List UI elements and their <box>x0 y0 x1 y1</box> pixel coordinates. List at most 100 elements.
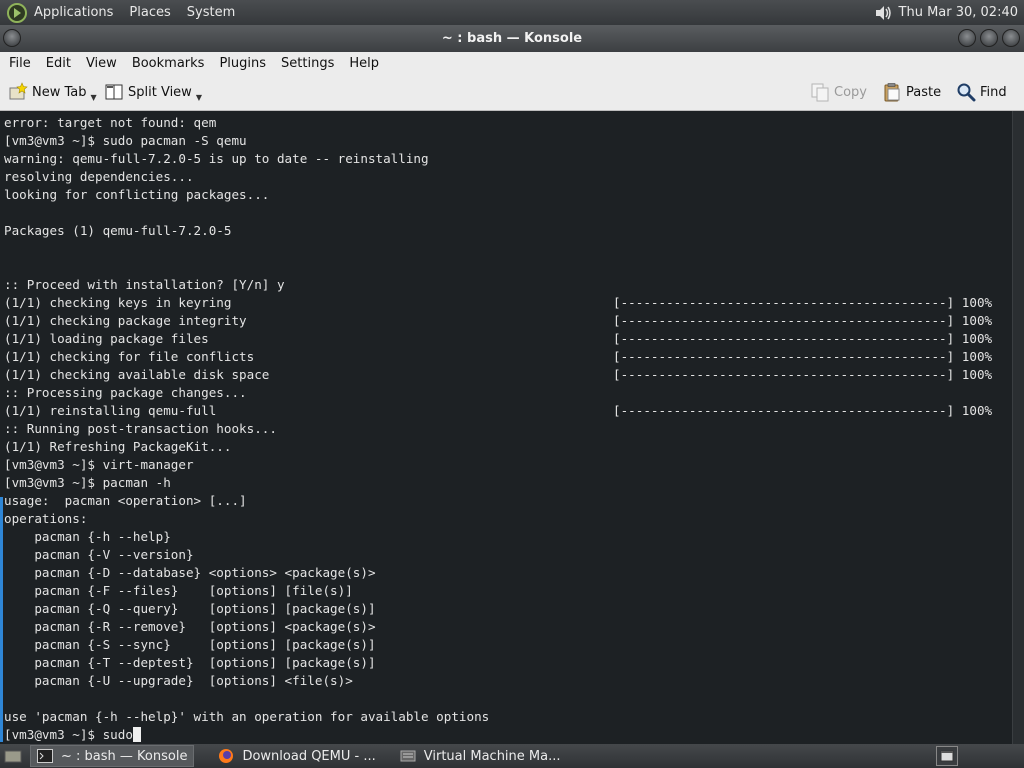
workspace-icon <box>940 750 954 762</box>
find-label: Find <box>980 84 1007 100</box>
terminal-line: pacman {-V --version} <box>4 546 1012 564</box>
paste-icon <box>884 83 900 102</box>
menu-view[interactable]: View <box>77 56 123 71</box>
terminal-output[interactable]: error: target not found: qem [vm3@vm3 ~]$… <box>0 111 1012 744</box>
progress-bar-text: [---------------------------------------… <box>613 349 993 364</box>
taskbar-item-konsole[interactable]: ~ : bash — Konsole <box>30 745 195 767</box>
terminal-line-text: (1/1) checking available disk space <box>4 367 270 382</box>
progress-bar-text: [---------------------------------------… <box>613 313 993 328</box>
find-button[interactable]: Find <box>956 77 1007 107</box>
split-view-dropdown-icon[interactable]: ▼ <box>196 93 202 102</box>
terminal-line-text: Packages (1) qemu-full-7.2.0-5 <box>4 223 232 238</box>
places-menu[interactable]: Places <box>129 5 170 20</box>
terminal-line-text: pacman {-T --deptest} [options] [package… <box>4 655 376 670</box>
terminal-line-text: looking for conflicting packages... <box>4 187 270 202</box>
paste-button[interactable]: Paste <box>882 77 941 107</box>
menu-file[interactable]: File <box>0 56 37 71</box>
search-icon <box>957 83 976 102</box>
toolbar: New Tab ▼ Split View ▼ Copy Paste Find <box>0 74 1024 111</box>
terminal-line-text: error: target not found: qem <box>4 115 217 130</box>
copy-icon <box>811 83 829 102</box>
minimize-button[interactable] <box>958 29 976 47</box>
show-desktop-icon <box>4 750 22 763</box>
terminal-line-text: [vm3@vm3 ~]$ sudo pacman -S qemu <box>4 133 247 148</box>
window-menu-button[interactable] <box>3 29 21 47</box>
terminal-line: (1/1) loading package files [------------… <box>4 330 1012 348</box>
terminal-line-text: :: Processing package changes... <box>4 385 247 400</box>
show-desktop-button[interactable] <box>0 745 26 767</box>
terminal-line: [vm3@vm3 ~]$ pacman -h <box>4 474 1012 492</box>
terminal-line: looking for conflicting packages... <box>4 186 1012 204</box>
split-view-label: Split View <box>128 84 192 100</box>
menu-plugins[interactable]: Plugins <box>210 56 272 71</box>
menu-bookmarks[interactable]: Bookmarks <box>123 56 211 71</box>
terminal-line: pacman {-F --files} [options] [file(s)] <box>4 582 1012 600</box>
menu-bar: File Edit View Bookmarks Plugins Setting… <box>0 52 1024 74</box>
terminal-line-text: [vm3@vm3 ~]$ pacman -h <box>4 475 171 490</box>
taskbar-item-virt-manager[interactable]: Virtual Machine Ma... <box>394 745 567 767</box>
maximize-button[interactable] <box>980 29 998 47</box>
applications-menu[interactable]: Applications <box>34 5 113 20</box>
terminal-line-text: usage: pacman <operation> [...] <box>4 493 247 508</box>
terminal-line: use 'pacman {-h --help}' with an operati… <box>4 708 1012 726</box>
terminal-line: error: target not found: qem <box>4 114 1012 132</box>
terminal-line: [vm3@vm3 ~]$ virt-manager <box>4 456 1012 474</box>
new-tab-dropdown-icon[interactable]: ▼ <box>91 93 97 102</box>
taskbar-item-label: ~ : bash — Konsole <box>61 748 188 764</box>
terminal-line-text: pacman {-D --database} <options> <packag… <box>4 565 376 580</box>
terminal-scrollbar[interactable] <box>1012 111 1024 744</box>
terminal-line: (1/1) checking available disk space [----… <box>4 366 1012 384</box>
new-tab-label: New Tab <box>32 84 87 100</box>
terminal-line-text: resolving dependencies... <box>4 169 194 184</box>
distro-logo-icon[interactable] <box>6 2 28 24</box>
system-menu[interactable]: System <box>187 5 235 20</box>
terminal-prompt: [vm3@vm3 ~]$ sudo <box>4 727 133 742</box>
terminal-line-text: pacman {-S --sync} [options] [package(s)… <box>4 637 376 652</box>
terminal-line: pacman {-U --upgrade} [options] <file(s)… <box>4 672 1012 690</box>
terminal-line: warning: qemu-full-7.2.0-5 is up to date… <box>4 150 1012 168</box>
taskbar-item-label: Download QEMU - ... <box>242 748 376 764</box>
close-button[interactable] <box>1002 29 1020 47</box>
new-tab-button[interactable]: New Tab ▼ <box>8 77 97 107</box>
terminal-line-text: [vm3@vm3 ~]$ virt-manager <box>4 457 194 472</box>
copy-label: Copy <box>834 84 867 100</box>
window-titlebar[interactable]: ~ : bash — Konsole <box>0 25 1024 52</box>
progress-bar-text: [---------------------------------------… <box>613 295 993 310</box>
menu-settings[interactable]: Settings <box>272 56 340 71</box>
taskbar-item-firefox[interactable]: Download QEMU - ... <box>212 745 381 767</box>
terminal-line: pacman {-R --remove} [options] <package(… <box>4 618 1012 636</box>
clock[interactable]: Thu Mar 30, 02:40 <box>899 5 1018 20</box>
terminal-line: resolving dependencies... <box>4 168 1012 186</box>
terminal-line: usage: pacman <operation> [...] <box>4 492 1012 510</box>
terminal-line-text: pacman {-F --files} [options] [file(s)] <box>4 583 353 598</box>
progress-bar-text: [---------------------------------------… <box>613 331 993 346</box>
terminal-line: Packages (1) qemu-full-7.2.0-5 <box>4 222 1012 240</box>
terminal-line: :: Processing package changes... <box>4 384 1012 402</box>
volume-icon[interactable] <box>873 3 893 23</box>
terminal-line: :: Proceed with installation? [Y/n] y <box>4 276 1012 294</box>
terminal-line: pacman {-S --sync} [options] [package(s)… <box>4 636 1012 654</box>
terminal-line: pacman {-D --database} <options> <packag… <box>4 564 1012 582</box>
copy-button[interactable]: Copy <box>810 77 867 107</box>
menu-edit[interactable]: Edit <box>37 56 77 71</box>
terminal-line: pacman {-T --deptest} [options] [package… <box>4 654 1012 672</box>
split-view-button[interactable]: Split View ▼ <box>104 77 202 107</box>
text-cursor <box>132 727 141 742</box>
terminal-line-text: warning: qemu-full-7.2.0-5 is up to date… <box>4 151 429 166</box>
terminal-line: [vm3@vm3 ~]$ sudo pacman -S qemu <box>4 132 1012 150</box>
terminal-line: pacman {-h --help} <box>4 528 1012 546</box>
terminal-line: operations: <box>4 510 1012 528</box>
taskbar: ~ : bash — Konsole Download QEMU - ... V… <box>0 744 1024 768</box>
workspace-switcher[interactable] <box>936 746 958 766</box>
taskbar-item-label: Virtual Machine Ma... <box>423 748 561 764</box>
menu-help[interactable]: Help <box>340 56 385 71</box>
terminal-line-text: (1/1) Refreshing PackageKit... <box>4 439 232 454</box>
terminal-line-text: (1/1) reinstalling qemu-full <box>4 403 217 418</box>
new-tab-icon <box>9 82 28 100</box>
terminal-line: (1/1) checking package integrity [-------… <box>4 312 1012 330</box>
terminal-prompt-line[interactable]: [vm3@vm3 ~]$ sudo <box>4 726 1012 744</box>
terminal-line-text: (1/1) checking keys in keyring <box>4 295 232 310</box>
